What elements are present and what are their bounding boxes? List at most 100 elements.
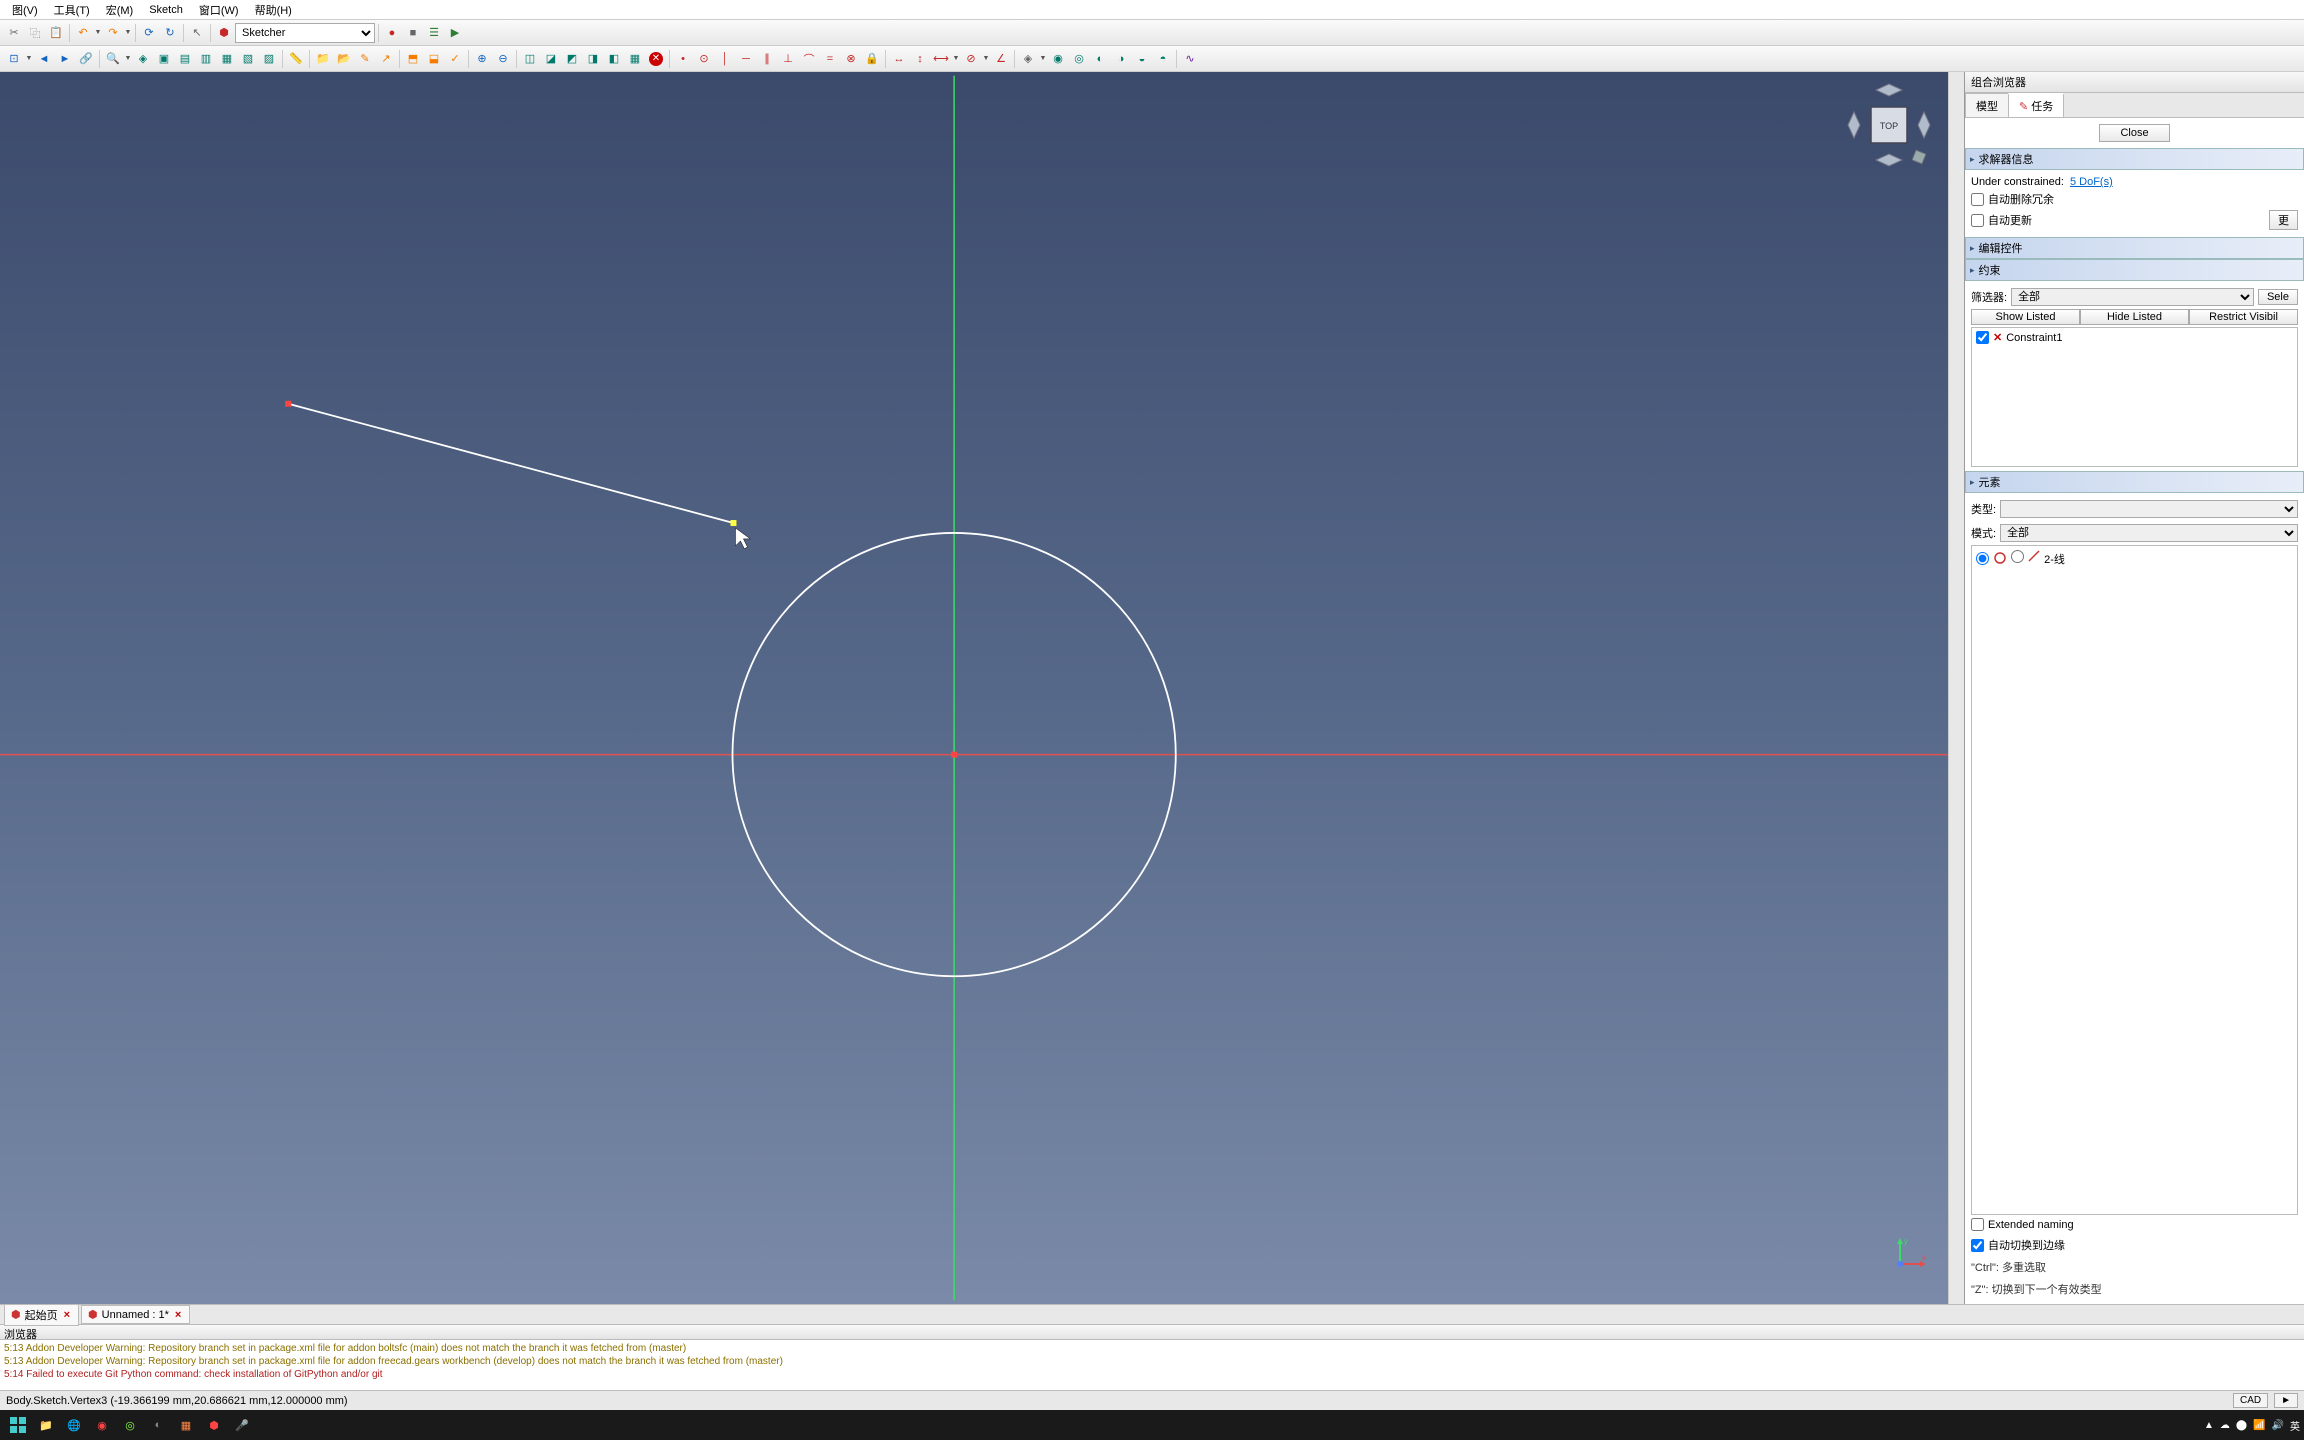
select-conflicting-icon[interactable]: ◎ xyxy=(1069,49,1089,69)
auto-update-checkbox[interactable] xyxy=(1971,214,1984,227)
constraint-item[interactable]: ✕ Constraint1 xyxy=(1974,330,2295,345)
front-icon[interactable]: ▣ xyxy=(154,49,174,69)
validate-icon[interactable]: ✓ xyxy=(445,49,465,69)
hide-listed-button[interactable]: Hide Listed xyxy=(2080,309,2189,325)
elements-list[interactable]: 2-线 xyxy=(1971,545,2298,1215)
refresh-icon[interactable]: ⟳ xyxy=(139,23,159,43)
top-icon[interactable]: ▤ xyxy=(175,49,195,69)
dim-vert-icon[interactable]: ↕ xyxy=(910,49,930,69)
play-icon[interactable]: ▶ xyxy=(445,23,465,43)
status-nav-arrow[interactable]: ► xyxy=(2274,1393,2298,1408)
reorient-icon[interactable]: ⬓ xyxy=(424,49,444,69)
sketch-line[interactable] xyxy=(288,404,733,523)
parallel-icon[interactable]: ∥ xyxy=(757,49,777,69)
dim-dist-icon[interactable]: ⟷ xyxy=(931,49,951,69)
tb-ext2-icon[interactable]: ◨ xyxy=(583,49,603,69)
equal-icon[interactable]: = xyxy=(820,49,840,69)
elements-header[interactable]: 元素 xyxy=(1965,471,2304,493)
bspline-tool-icon[interactable]: ∿ xyxy=(1180,49,1200,69)
stop-icon[interactable]: ■ xyxy=(403,23,423,43)
task-app2-icon[interactable]: ◎ xyxy=(116,1411,144,1439)
coincident-icon[interactable]: ⊙ xyxy=(694,49,714,69)
right-icon[interactable]: ▥ xyxy=(196,49,216,69)
vertical-icon[interactable]: │ xyxy=(715,49,735,69)
undo-dropdown[interactable]: ▼ xyxy=(94,23,102,43)
task-explorer-icon[interactable]: 📁 xyxy=(32,1411,60,1439)
edit-sketch-icon[interactable]: ✎ xyxy=(355,49,375,69)
stop-op-icon[interactable]: ✕ xyxy=(646,49,666,69)
map-sketch-icon[interactable]: ⬒ xyxy=(403,49,423,69)
paste-icon[interactable]: 📋 xyxy=(46,23,66,43)
start-button[interactable] xyxy=(4,1411,32,1439)
perpendicular-icon[interactable]: ⊥ xyxy=(778,49,798,69)
solver-dof-link[interactable]: 5 DoF(s) xyxy=(2070,176,2113,188)
constraint-checkbox[interactable] xyxy=(1976,331,1989,344)
nav-link-icon[interactable]: 🔗 xyxy=(76,49,96,69)
left-icon[interactable]: ▨ xyxy=(259,49,279,69)
folder2-icon[interactable]: 📂 xyxy=(334,49,354,69)
tab-model[interactable]: 模型 xyxy=(1965,93,2009,117)
macros-icon[interactable]: ☰ xyxy=(424,23,444,43)
element-mode-select[interactable]: 全部 xyxy=(2000,524,2298,542)
doc-tab-unnamed[interactable]: ⬢ Unnamed : 1* × xyxy=(81,1305,190,1324)
tray-lang[interactable]: 英 xyxy=(2290,1418,2300,1433)
extended-naming-checkbox[interactable] xyxy=(1971,1218,1984,1231)
tb-ext4-icon[interactable]: ▦ xyxy=(625,49,645,69)
redo-icon[interactable]: ↷ xyxy=(103,23,123,43)
dim-angle-icon[interactable]: ∠ xyxy=(991,49,1011,69)
refresh2-icon[interactable]: ↻ xyxy=(160,23,180,43)
update-button[interactable]: 更 xyxy=(2269,210,2298,230)
tray-icon[interactable]: ☁ xyxy=(2220,1420,2230,1431)
horizontal-icon[interactable]: ─ xyxy=(736,49,756,69)
tab-tasks[interactable]: ✎任务 xyxy=(2008,93,2064,117)
tangent-icon[interactable]: ⌒ xyxy=(799,49,819,69)
tray-network-icon[interactable]: 📶 xyxy=(2253,1420,2265,1431)
close-button[interactable]: Close xyxy=(2099,124,2169,142)
undo-icon[interactable]: ↶ xyxy=(73,23,93,43)
select-redundant-icon[interactable]: ◉ xyxy=(1048,49,1068,69)
element-item-circle[interactable]: 2-线 xyxy=(1974,548,2295,568)
iso-icon[interactable]: ◈ xyxy=(133,49,153,69)
close-tab-icon[interactable]: × xyxy=(173,1309,183,1321)
task-mic-icon[interactable]: 🎤 xyxy=(228,1411,256,1439)
tray-icon[interactable]: ⬤ xyxy=(2236,1420,2247,1431)
nav-cube[interactable]: TOP xyxy=(1844,80,1934,170)
auto-delete-redundant-checkbox[interactable] xyxy=(1971,193,1984,206)
constraint-filter-select[interactable]: 全部 xyxy=(2011,288,2254,306)
constraints-header[interactable]: 约束 xyxy=(1965,259,2304,281)
nav-left-icon[interactable]: ◄ xyxy=(34,49,54,69)
edit-controls-header[interactable]: 编辑控件 xyxy=(1965,237,2304,259)
status-cad-mode[interactable]: CAD xyxy=(2233,1393,2268,1408)
task-app4-icon[interactable]: ▦ xyxy=(172,1411,200,1439)
element-radio-2[interactable] xyxy=(2011,550,2024,563)
select-haxis-icon[interactable]: ◓ xyxy=(1153,49,1173,69)
select-elements-icon[interactable]: ◐ xyxy=(1090,49,1110,69)
doc-tab-start[interactable]: ⬢ 起始页 × xyxy=(4,1304,79,1326)
vertex-2[interactable] xyxy=(731,520,737,526)
leave-sketch-icon[interactable]: ↗ xyxy=(376,49,396,69)
pointer-icon[interactable]: ↖ xyxy=(187,23,207,43)
workbench-select[interactable]: Sketcher xyxy=(235,23,375,43)
view-sketch-icon[interactable]: ◪ xyxy=(541,49,561,69)
record-icon[interactable]: ● xyxy=(382,23,402,43)
rear-icon[interactable]: ▦ xyxy=(217,49,237,69)
auto-switch-checkbox[interactable] xyxy=(1971,1239,1984,1252)
menu-sketch[interactable]: Sketch xyxy=(141,2,191,18)
bottom-icon[interactable]: ▧ xyxy=(238,49,258,69)
dim-radius-icon[interactable]: ⊘ xyxy=(961,49,981,69)
show-listed-button[interactable]: Show Listed xyxy=(1971,309,2080,325)
element-type-select[interactable] xyxy=(2000,500,2298,518)
redo-dropdown[interactable]: ▼ xyxy=(124,23,132,43)
element-radio-1[interactable] xyxy=(1976,552,1989,565)
origin-point[interactable] xyxy=(951,752,957,758)
tb-ext3-icon[interactable]: ◧ xyxy=(604,49,624,69)
point-icon[interactable]: • xyxy=(673,49,693,69)
tb-ext1-icon[interactable]: ◩ xyxy=(562,49,582,69)
output-panel[interactable]: 5:13 Addon Developer Warning: Repository… xyxy=(0,1340,2304,1390)
zoom-icon[interactable]: 🔍 xyxy=(103,49,123,69)
vertical-scrollbar[interactable] xyxy=(1948,72,1964,1304)
viewport-3d[interactable]: TOP y x xyxy=(0,72,1948,1304)
menu-macro[interactable]: 宏(M) xyxy=(98,0,142,20)
measure-icon[interactable]: 📏 xyxy=(286,49,306,69)
solver-section-header[interactable]: 求解器信息 xyxy=(1965,148,2304,170)
